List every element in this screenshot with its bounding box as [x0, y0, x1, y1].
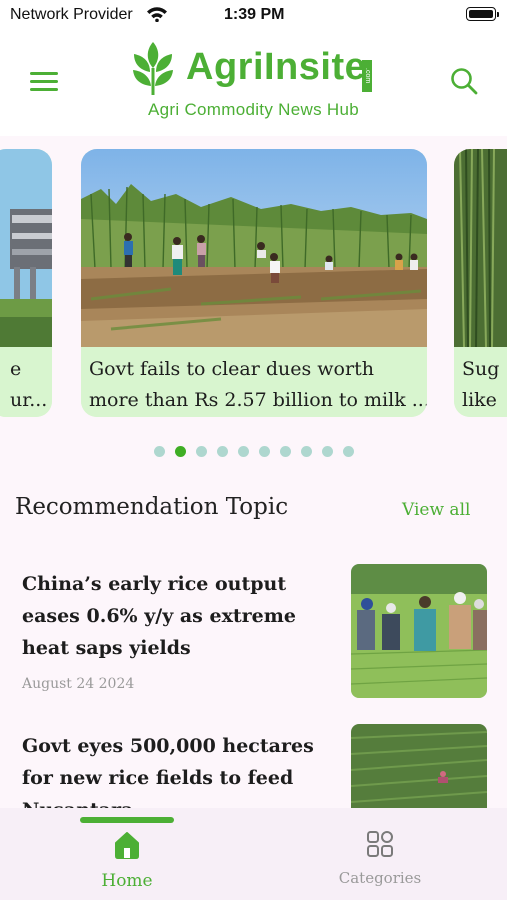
carousel-card-title: Sug like — [454, 347, 507, 417]
carousel-page-dot[interactable] — [258, 446, 270, 457]
carousel-page-dot[interactable] — [174, 446, 186, 457]
carousel-page-dot[interactable] — [300, 446, 312, 457]
carousel-card-featured[interactable]: Govt fails to clear dues worth more than… — [81, 149, 427, 417]
article-title: Govt eyes 500,000 hectares for new rice … — [22, 735, 314, 808]
leaf-logo-icon — [133, 42, 173, 95]
brand-name: AgriInsite — [186, 46, 367, 88]
clock: 1:39 PM — [224, 6, 285, 23]
news-carousel[interactable]: e ur... Govt fails to clear dues worth m… — [0, 136, 507, 476]
article-thumbnail — [351, 564, 487, 698]
carousel-page-dot[interactable] — [195, 446, 207, 457]
carousel-page-dot[interactable] — [237, 446, 249, 457]
tab-categories-label: Categories — [338, 869, 422, 887]
app-header: AgriInsite .com Agri Commodity News Hub — [0, 32, 507, 136]
carousel-pagination — [0, 446, 507, 457]
hamburger-menu-icon[interactable] — [30, 72, 58, 94]
search-icon[interactable] — [449, 66, 479, 96]
article-list-item[interactable]: Govt eyes 500,000 hectares for new rice … — [0, 720, 507, 810]
active-tab-indicator — [80, 817, 174, 823]
tagline: Agri Commodity News Hub — [148, 100, 359, 119]
tab-home[interactable]: Home — [67, 830, 187, 891]
carousel-page-dot[interactable] — [279, 446, 291, 457]
article-title: China’s early rice output eases 0.6% y/y… — [22, 573, 296, 659]
tab-categories[interactable]: Categories — [320, 830, 440, 887]
categories-grid-icon — [367, 831, 393, 857]
carousel-page-dot[interactable] — [321, 446, 333, 457]
carousel-image-factory — [0, 149, 52, 347]
view-all-link[interactable]: View all — [402, 500, 470, 520]
carrier-name: Network Provider — [10, 6, 133, 23]
article-list-item[interactable]: China’s early rice output eases 0.6% y/y… — [0, 560, 507, 700]
article-date: August 24 2024 — [22, 676, 135, 692]
brand-suffix: .com — [362, 60, 372, 92]
carousel-card-title: Govt fails to clear dues worth more than… — [81, 347, 427, 417]
carousel-card-next[interactable]: Sug like — [454, 149, 507, 417]
bottom-tab-bar: Home Categories — [0, 808, 507, 900]
carousel-page-dot[interactable] — [153, 446, 165, 457]
carousel-card-title: e ur... — [0, 347, 52, 417]
carousel-image-sugarcane-harvest — [81, 149, 427, 347]
section-title: Recommendation Topic — [15, 494, 289, 520]
carousel-page-dot[interactable] — [216, 446, 228, 457]
article-thumbnail — [351, 724, 487, 808]
app-logo: AgriInsite .com — [128, 40, 378, 100]
home-icon — [115, 832, 139, 859]
battery-icon — [466, 7, 499, 21]
carousel-image-sugarcane — [454, 149, 507, 347]
carousel-page-dot[interactable] — [342, 446, 354, 457]
status-bar: Network Provider 1:39 PM — [0, 0, 507, 32]
tab-home-label: Home — [101, 871, 153, 891]
wifi-icon — [146, 6, 168, 27]
carousel-card-previous[interactable]: e ur... — [0, 149, 52, 417]
